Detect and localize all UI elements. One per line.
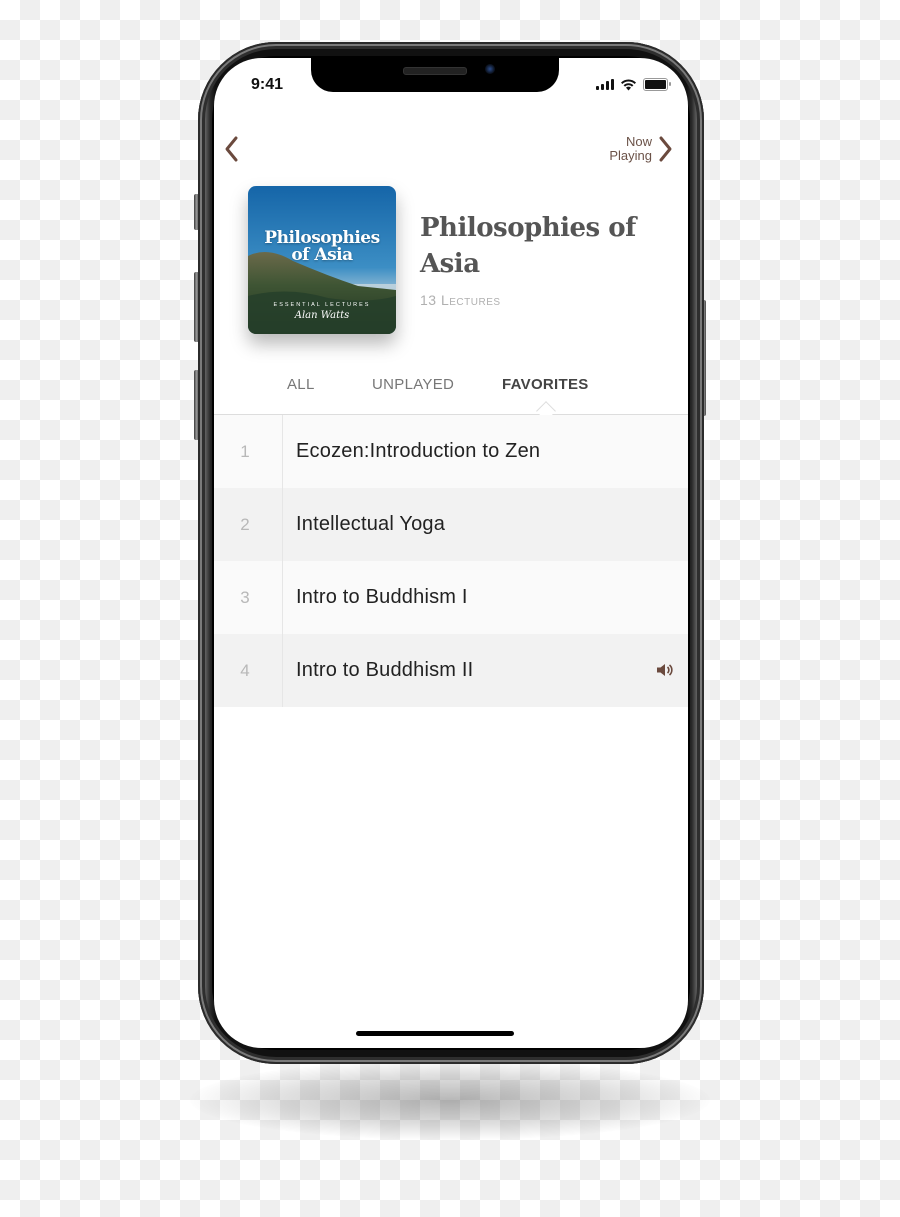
tab-unplayed[interactable]: UNPLAYED xyxy=(372,376,454,393)
filter-tabs: ALL UNPLAYED FAVORITES xyxy=(214,376,688,416)
lecture-list: 1 Ecozen:Introduction to Zen 2 Intellect… xyxy=(214,415,688,707)
front-camera xyxy=(485,64,495,74)
lecture-number: 3 xyxy=(214,561,283,634)
phone-frame: 9:41 Now Playing Philosophies of Asia ES… xyxy=(198,42,704,1064)
home-indicator[interactable] xyxy=(356,1031,514,1036)
chevron-left-icon xyxy=(225,136,238,162)
album-cover[interactable]: Philosophies of Asia ESSENTIAL LECTURES … xyxy=(248,186,396,334)
album-cover-subtitle: ESSENTIAL LECTURES xyxy=(273,302,371,308)
earpiece-speaker xyxy=(403,67,467,75)
lecture-number: 4 xyxy=(214,634,283,707)
lecture-title: Intellectual Yoga xyxy=(296,513,446,535)
album-title: Philosophies of Asia xyxy=(420,213,636,279)
lecture-row[interactable]: 4 Intro to Buddhism II xyxy=(214,634,688,707)
lecture-row[interactable]: 3 Intro to Buddhism I xyxy=(214,561,688,634)
cellular-signal-icon xyxy=(596,79,614,90)
now-playing-label: Now Playing xyxy=(609,134,652,163)
album-cover-signature: Alan Watts xyxy=(294,310,350,321)
phone-screen: 9:41 Now Playing Philosophies of Asia ES… xyxy=(214,58,688,1048)
lecture-number: 2 xyxy=(214,488,283,561)
lecture-title: Intro to Buddhism II xyxy=(296,659,474,681)
tab-favorites[interactable]: FAVORITES xyxy=(502,376,589,393)
status-time: 9:41 xyxy=(251,76,284,93)
lecture-title: Intro to Buddhism I xyxy=(296,586,468,608)
lecture-count: 13 Lectures xyxy=(420,292,501,308)
chevron-right-icon xyxy=(659,136,672,162)
tab-all[interactable]: ALL xyxy=(287,376,315,393)
lecture-number: 1 xyxy=(214,415,283,488)
speaker-volume-icon xyxy=(657,664,673,676)
lecture-row[interactable]: 1 Ecozen:Introduction to Zen xyxy=(214,415,688,488)
now-playing-button[interactable]: Now Playing xyxy=(600,134,674,164)
status-icons xyxy=(596,78,671,91)
lecture-row[interactable]: 2 Intellectual Yoga xyxy=(214,488,688,561)
wifi-icon xyxy=(621,78,636,90)
phone-shadow xyxy=(190,1060,710,1140)
battery-icon xyxy=(643,78,671,91)
notch xyxy=(311,58,559,92)
back-button[interactable] xyxy=(220,134,244,164)
lecture-title: Ecozen:Introduction to Zen xyxy=(296,440,541,462)
album-cover-title: Philosophies of Asia xyxy=(264,228,380,265)
